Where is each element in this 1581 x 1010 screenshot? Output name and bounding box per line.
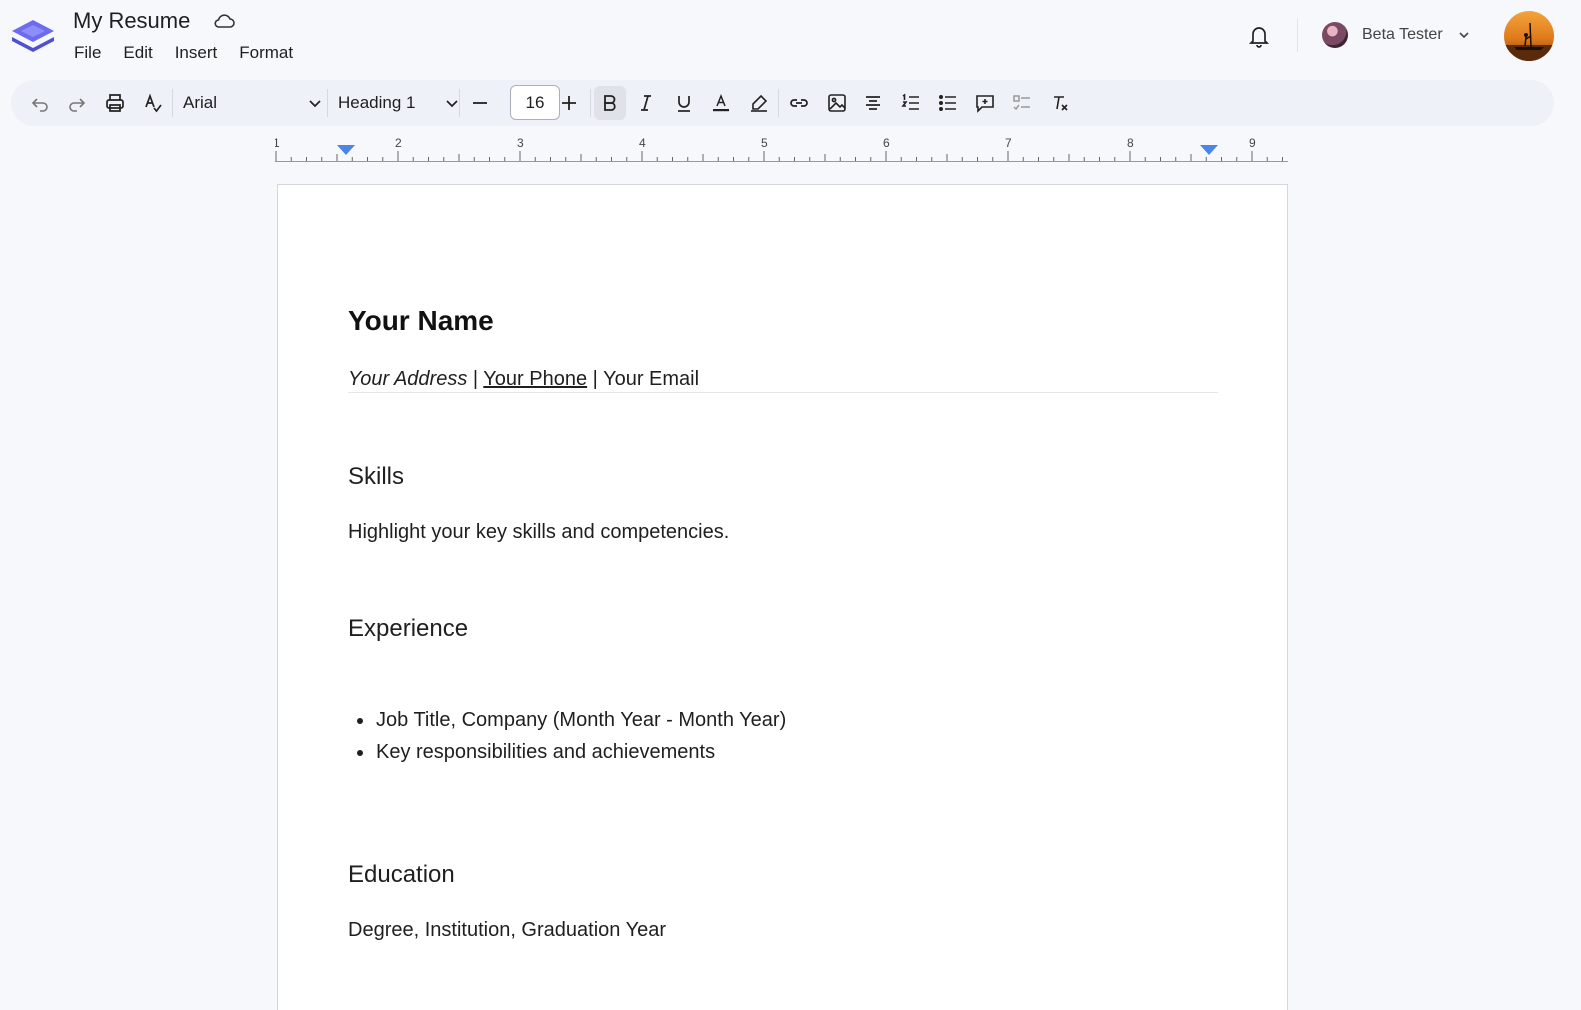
list-item[interactable]: Key responsibilities and achievements [348,736,786,768]
top-bar: My Resume File Edit Insert Format Beta T… [0,0,1581,76]
menu-edit[interactable]: Edit [123,43,152,63]
experience-list: Job Title, Company (Month Year - Month Y… [348,704,786,768]
menu-bar: File Edit Insert Format [74,43,293,63]
add-comment-icon[interactable] [970,88,1000,118]
checklist-icon[interactable] [1007,88,1037,118]
text-color-icon[interactable] [706,88,736,118]
font-family-select[interactable]: Arial [183,88,323,118]
divider [327,89,328,117]
education-heading[interactable]: Education [348,861,455,889]
ruler-label: 4 [639,136,646,150]
experience-heading[interactable]: Experience [348,615,468,643]
ruler-label: 6 [883,136,890,150]
left-indent-marker[interactable] [337,145,355,155]
align-center-icon[interactable] [858,88,888,118]
ruler-label: 8 [1127,136,1134,150]
font-size-input[interactable] [510,85,560,120]
ruler-label: 7 [1005,136,1012,150]
bulleted-list-icon[interactable] [933,88,963,118]
spellcheck-icon[interactable] [138,88,168,118]
ruler[interactable]: 1 2 3 4 5 6 7 8 9 [275,133,1288,165]
underline-icon[interactable] [669,88,699,118]
link-icon[interactable] [784,88,814,118]
formatting-toolbar: Arial Heading 1 [11,80,1554,126]
notification-bell-icon[interactable] [1248,24,1270,48]
skills-heading[interactable]: Skills [348,463,404,491]
contact-address: Your Address [348,368,468,390]
education-text[interactable]: Degree, Institution, Graduation Year [348,919,666,942]
menu-file[interactable]: File [74,43,101,63]
insert-image-icon[interactable] [822,88,852,118]
ruler-label: 9 [1249,136,1256,150]
menu-format[interactable]: Format [239,43,293,63]
clear-formatting-icon[interactable] [1045,88,1075,118]
contact-separator: | [592,368,598,390]
increase-font-size-icon[interactable] [554,88,584,118]
numbered-list-icon[interactable] [896,88,926,118]
redo-icon[interactable] [62,88,92,118]
list-item[interactable]: Job Title, Company (Month Year - Month Y… [348,704,786,736]
highlight-icon[interactable] [744,88,774,118]
cloud-saved-icon [212,11,236,31]
right-indent-marker[interactable] [1200,145,1218,155]
ruler-label: 1 [275,136,280,150]
chevron-down-icon [309,100,321,108]
document-page[interactable]: Your Name Your Address | Your Phone | Yo… [277,184,1288,1010]
divider [1297,18,1298,52]
user-avatar [1322,22,1348,48]
paragraph-style-select[interactable]: Heading 1 [338,88,460,118]
divider [778,89,779,117]
contact-email: Your Email [603,368,700,390]
resume-name[interactable]: Your Name [348,305,494,337]
profile-avatar[interactable] [1504,11,1554,61]
ruler-label: 2 [395,136,402,150]
skills-text[interactable]: Highlight your key skills and competenci… [348,521,729,544]
contact-line[interactable]: Your Address | Your Phone | Your Email [348,368,699,391]
contact-separator: | [472,368,479,390]
font-family-value: Arial [183,93,218,112]
menu-insert[interactable]: Insert [175,43,218,63]
contact-phone[interactable]: Your Phone [483,368,587,390]
horizontal-rule [348,392,1218,393]
user-name: Beta Tester [1362,26,1443,43]
italic-icon[interactable] [631,88,661,118]
decrease-font-size-icon[interactable] [465,88,495,118]
ruler-label: 5 [761,136,768,150]
document-title[interactable]: My Resume [73,8,190,34]
app-logo-icon[interactable] [10,16,56,56]
divider [172,89,173,117]
divider [590,89,591,117]
paragraph-style-value: Heading 1 [338,93,416,112]
ruler-label: 3 [517,136,524,150]
user-menu[interactable]: Beta Tester [1322,22,1471,48]
bold-icon[interactable] [594,86,626,120]
undo-icon[interactable] [25,88,55,118]
print-icon[interactable] [100,88,130,118]
chevron-down-icon [446,100,458,108]
chevron-down-icon [1459,32,1469,39]
divider [459,89,460,117]
